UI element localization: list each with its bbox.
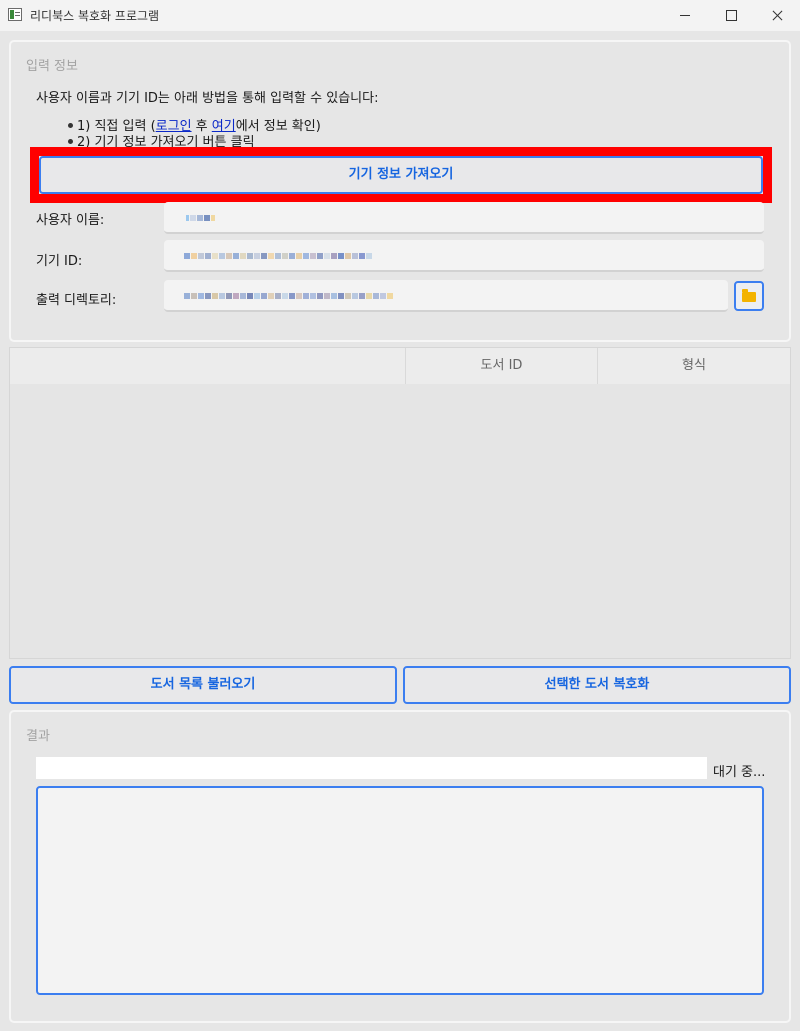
progress-bar [36, 757, 707, 779]
input-info-group-title: 입력 정보 [26, 59, 78, 74]
device-id-value-redacted [184, 248, 373, 259]
result-log-textarea[interactable] [36, 786, 764, 995]
maximize-button[interactable] [708, 0, 754, 31]
fetch-device-info-button[interactable]: 기기 정보 가져오기 [39, 156, 763, 194]
output-dir-label: 출력 디렉토리: [36, 293, 117, 308]
bullet-dot [68, 123, 73, 128]
device-id-field[interactable] [164, 240, 764, 272]
input-instruction: 사용자 이름과 기기 ID는 아래 방법을 통해 입력할 수 있습니다: [36, 91, 379, 106]
browse-folder-button[interactable] [734, 281, 764, 311]
column-header-book-id[interactable]: 도서 ID [406, 348, 598, 384]
result-group-title: 결과 [26, 729, 50, 744]
bullet-dot [68, 139, 73, 144]
status-text: 대기 중... [713, 765, 766, 780]
output-dir-value-redacted [184, 288, 394, 299]
column-header-select[interactable] [10, 348, 406, 384]
device-id-label: 기기 ID: [36, 254, 83, 269]
username-label: 사용자 이름: [36, 213, 105, 228]
decrypt-selected-button[interactable]: 선택한 도서 복호화 [403, 666, 791, 704]
load-book-list-button[interactable]: 도서 목록 불러오기 [9, 666, 397, 704]
book-table[interactable]: 도서 ID 형식 [9, 347, 791, 659]
app-icon [8, 8, 22, 21]
app-window: 리디북스 복호화 프로그램 입력 정보 사용자 이름과 기기 ID는 아래 방법… [0, 0, 800, 1031]
title-bar[interactable]: 리디북스 복호화 프로그램 [0, 0, 800, 31]
close-button[interactable] [754, 0, 800, 31]
minimize-button[interactable] [662, 0, 708, 31]
column-header-format[interactable]: 형식 [598, 348, 790, 384]
output-dir-field[interactable] [164, 280, 728, 312]
username-value-redacted [186, 210, 216, 221]
folder-icon [742, 289, 756, 302]
window-title: 리디북스 복호화 프로그램 [30, 9, 160, 23]
username-field[interactable] [164, 202, 764, 234]
